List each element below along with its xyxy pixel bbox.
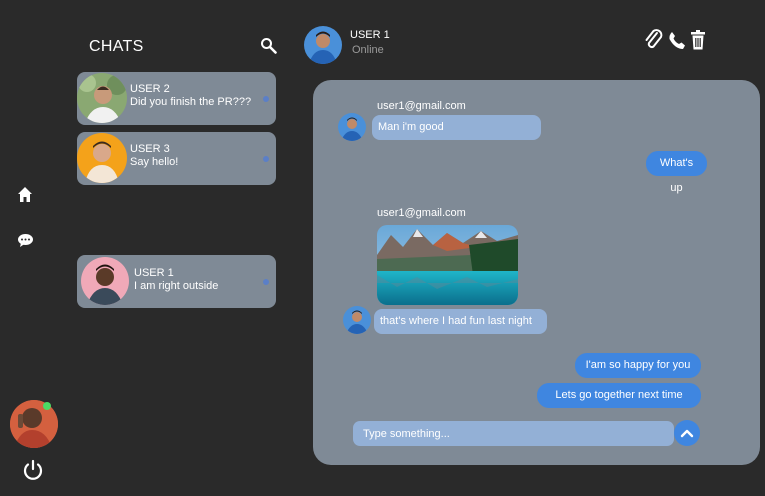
mountain-lake-photo[interactable] (377, 225, 518, 305)
send-button[interactable] (674, 420, 700, 446)
chat-item-user-1[interactable]: USER 1 I am right outside (77, 255, 276, 308)
user-3-avatar (77, 133, 127, 183)
message-sender: user1@gmail.com (377, 100, 466, 112)
chat-last-message: I am right outside (134, 280, 219, 292)
chat-bubble-icon[interactable] (15, 231, 35, 249)
contact-status: Online (352, 44, 384, 56)
chat-name: USER 2 (130, 83, 170, 95)
sender-avatar (338, 113, 366, 141)
outgoing-message: I'am so happy for you (575, 353, 701, 378)
trash-icon[interactable] (689, 29, 707, 51)
incoming-message: Man i'm good (372, 115, 541, 140)
chevron-up-icon (680, 429, 694, 438)
sender-avatar (343, 306, 371, 334)
message-input[interactable] (353, 421, 674, 446)
chat-last-message: Say hello! (130, 156, 179, 168)
incoming-message: that's where I had fun last night (374, 309, 547, 334)
chats-title: CHATS (89, 38, 144, 55)
message-sender: user1@gmail.com (377, 207, 466, 219)
search-icon[interactable] (259, 36, 277, 54)
home-icon[interactable] (16, 184, 34, 204)
chat-name: USER 3 (130, 143, 170, 155)
outgoing-message: What's up (646, 151, 707, 194)
unread-dot (263, 96, 269, 102)
outgoing-message: Lets go together next time (537, 383, 701, 408)
user-1-avatar (81, 257, 129, 305)
contact-name: USER 1 (350, 29, 390, 41)
unread-dot (263, 156, 269, 162)
unread-dot (263, 279, 269, 285)
power-icon[interactable] (22, 459, 44, 481)
chat-item-user-2[interactable]: USER 2 Did you finish the PR??? (77, 72, 276, 125)
online-status-dot (43, 402, 51, 410)
phone-icon[interactable] (667, 30, 687, 50)
paperclip-icon[interactable] (643, 29, 665, 51)
chat-item-user-3[interactable]: USER 3 Say hello! (77, 132, 276, 185)
user-2-avatar (77, 73, 127, 123)
chat-last-message: Did you finish the PR??? (130, 96, 252, 108)
chat-name: USER 1 (134, 267, 174, 279)
contact-avatar[interactable] (304, 26, 342, 64)
